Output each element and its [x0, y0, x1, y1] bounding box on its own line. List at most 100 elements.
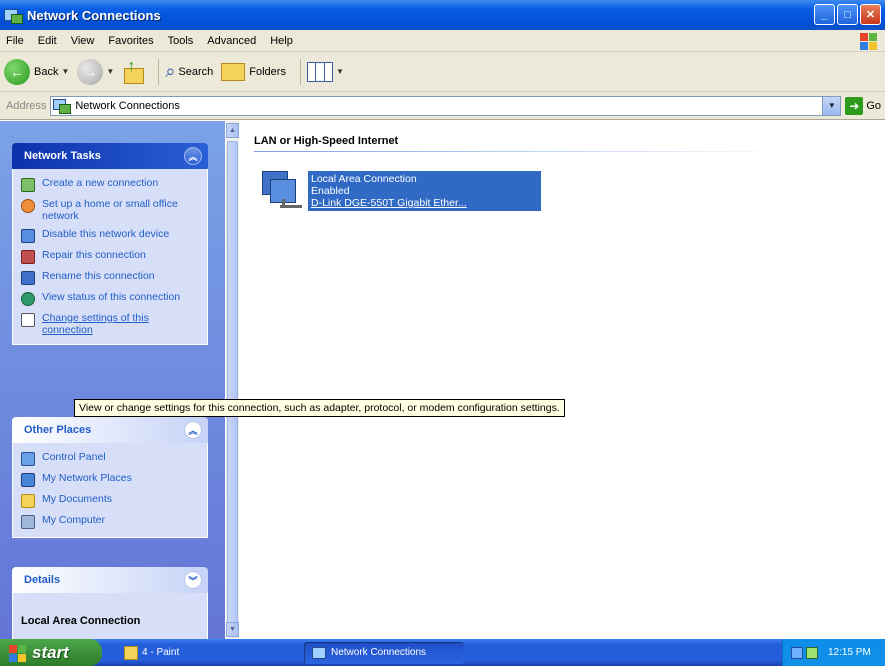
menu-help[interactable]: Help	[270, 35, 293, 47]
task-change-settings[interactable]: Change settings of this connection	[21, 312, 201, 336]
close-button[interactable]: ✕	[860, 4, 881, 25]
rename-icon	[21, 271, 35, 285]
place-label: My Computer	[42, 514, 106, 526]
task-label: Set up a home or small office network	[42, 198, 178, 222]
back-arrow-icon: ←	[4, 58, 30, 85]
folders-label: Folders	[249, 65, 286, 78]
details-body: Local Area Connection	[12, 593, 208, 639]
connection-label-block: Local Area Connection Enabled D-Link DGE…	[308, 171, 541, 211]
menu-view[interactable]: View	[71, 35, 95, 47]
task-disable-device[interactable]: Disable this network device	[21, 228, 201, 243]
address-value: Network Connections	[75, 99, 180, 112]
place-my-network-places[interactable]: My Network Places	[21, 472, 201, 487]
address-field[interactable]: Network Connections ▼	[50, 95, 842, 116]
network-places-icon	[21, 473, 35, 487]
collapse-chevron-icon[interactable]: ︽	[184, 421, 202, 439]
scroll-down-icon[interactable]: ▼	[226, 622, 239, 637]
task-label: Disable this network device	[42, 228, 170, 240]
go-label: Go	[866, 99, 881, 112]
system-tray: 12:15 PM	[782, 639, 885, 666]
task-label: Create a new connection	[42, 177, 159, 189]
task-label: Change settings of this connection	[42, 312, 149, 336]
paint-label: 4 - Paint	[142, 647, 180, 658]
start-label: start	[32, 642, 69, 662]
network-tasks-title: Network Tasks	[24, 150, 101, 162]
other-places-panel: Other Places ︽ Control Panel My Network …	[12, 417, 208, 538]
windows-flag-icon	[8, 644, 26, 662]
place-label: My Documents	[42, 493, 113, 505]
taskbar-network-connections-button[interactable]: Network Connections	[304, 641, 464, 664]
menu-edit[interactable]: Edit	[38, 35, 57, 47]
task-label: View status of this connection	[42, 291, 181, 303]
collapse-chevron-icon[interactable]: ︽	[184, 147, 202, 165]
forward-arrow-icon: →	[77, 58, 104, 85]
folders-button[interactable]: Folders	[221, 62, 286, 81]
network-tasks-panel: Network Tasks ︽ Create a new connection …	[12, 143, 208, 345]
expand-chevron-icon[interactable]: ︾	[184, 571, 202, 589]
place-my-computer[interactable]: My Computer	[21, 514, 201, 529]
search-button[interactable]: ⌕ Search	[165, 61, 213, 82]
start-button[interactable]: start	[0, 639, 102, 666]
views-icon	[306, 61, 333, 82]
menu-file[interactable]: File	[6, 35, 24, 47]
window-title: Network Connections	[27, 7, 161, 23]
up-button[interactable]	[122, 58, 145, 84]
window-controls: _ □ ✕	[814, 4, 881, 25]
toolbar-separator	[299, 58, 301, 85]
network-connections-icon	[312, 646, 326, 659]
task-create-connection[interactable]: Create a new connection	[21, 177, 201, 192]
views-button[interactable]: ▼	[306, 61, 344, 82]
control-panel-icon	[21, 452, 35, 466]
group-divider	[254, 151, 794, 152]
network-tasks-header[interactable]: Network Tasks ︽	[12, 143, 208, 169]
back-dropdown-icon[interactable]: ▼	[61, 67, 69, 76]
other-places-title: Other Places	[24, 424, 92, 436]
network-tray-icon[interactable]	[791, 646, 803, 659]
task-pane: Network Tasks ︽ Create a new connection …	[0, 121, 225, 639]
group-header: LAN or High-Speed Internet	[254, 135, 399, 147]
menu-advanced[interactable]: Advanced	[207, 35, 256, 47]
place-my-documents[interactable]: My Documents	[21, 493, 201, 508]
task-view-status[interactable]: View status of this connection	[21, 291, 201, 306]
scroll-up-icon[interactable]: ▲	[226, 123, 239, 138]
task-repair-connection[interactable]: Repair this connection	[21, 249, 201, 264]
taskbar: start 4 - Paint Network Connections 12:1…	[0, 639, 885, 666]
views-dropdown-icon[interactable]: ▼	[336, 67, 344, 76]
task-label: Rename this connection	[42, 270, 155, 282]
menu-tools[interactable]: Tools	[168, 35, 194, 47]
other-places-header[interactable]: Other Places ︽	[12, 417, 208, 443]
search-icon: ⌕	[165, 61, 176, 81]
network-connections-icon	[4, 7, 23, 24]
task-home-network[interactable]: Set up a home or small office network	[21, 198, 201, 222]
address-dropdown-icon[interactable]: ▼	[822, 96, 841, 115]
other-places-body: Control Panel My Network Places My Docum…	[12, 443, 208, 538]
back-label: Back	[34, 65, 59, 78]
minimize-button[interactable]: _	[814, 4, 835, 25]
details-panel: Details ︾ Local Area Connection	[12, 567, 208, 639]
details-title: Details	[24, 574, 61, 586]
back-button[interactable]: ← Back ▼	[4, 58, 69, 85]
network-tasks-body: Create a new connection Set up a home or…	[12, 169, 208, 345]
taskbar-paint-item[interactable]: 4 - Paint	[124, 645, 284, 660]
volume-tray-icon[interactable]	[806, 646, 818, 659]
forward-dropdown-icon[interactable]: ▼	[106, 67, 114, 76]
menu-favorites[interactable]: Favorites	[108, 35, 153, 47]
clock: 12:15 PM	[828, 647, 871, 658]
scroll-thumb[interactable]	[227, 141, 238, 631]
details-header[interactable]: Details ︾	[12, 567, 208, 593]
network-connections-icon	[53, 98, 72, 114]
settings-icon	[21, 313, 35, 327]
forward-button[interactable]: → ▼	[77, 58, 114, 85]
documents-icon	[21, 494, 35, 508]
local-area-connection-item[interactable]: Local Area Connection Enabled D-Link DGE…	[260, 169, 541, 217]
search-label: Search	[178, 65, 214, 78]
place-control-panel[interactable]: Control Panel	[21, 451, 201, 466]
place-label: Control Panel	[42, 451, 106, 463]
connection-name: Local Area Connection	[311, 173, 417, 185]
go-button[interactable]: ➜ Go	[845, 96, 881, 115]
task-pane-scrollbar[interactable]: ▲ ▼	[226, 121, 239, 639]
menu-bar: File Edit View Favorites Tools Advanced …	[0, 30, 885, 52]
task-rename-connection[interactable]: Rename this connection	[21, 270, 201, 285]
maximize-button[interactable]: □	[837, 4, 858, 25]
place-label: My Network Places	[42, 472, 132, 484]
